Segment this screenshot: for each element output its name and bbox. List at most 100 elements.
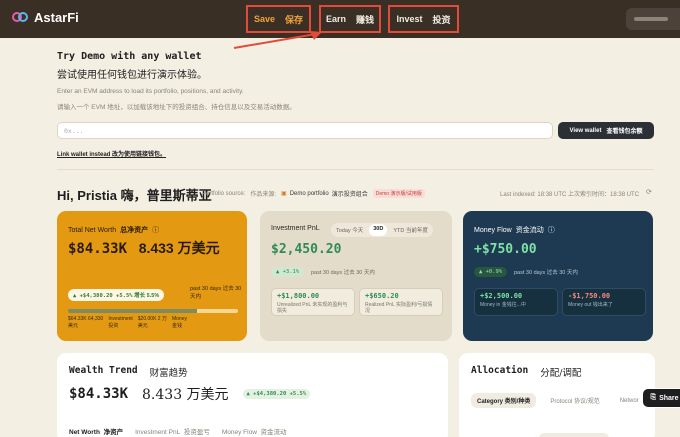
tab-category[interactable]: Category 类别/种类 <box>471 393 537 408</box>
view-wallet-label: View wallet <box>569 127 602 134</box>
pnl-label-en: Investment PnL <box>271 225 320 232</box>
allocation-bar <box>68 309 238 313</box>
tab-today[interactable]: Today 今天 <box>332 224 367 236</box>
nav-invest-label: Invest <box>396 14 423 24</box>
net-worth-change-badge: ▲ +$4,380.20 +5.5% 增长 5.5% <box>68 289 165 301</box>
wealth-trend-title: Wealth Trend 财富趋势 <box>69 365 188 379</box>
realized-pnl-box: +$650.20 Realized PnL 实际盈利/亏损情况 <box>359 288 443 316</box>
link-wallet-link[interactable]: Link wallet instead 改为使用链接钱包。 <box>57 149 166 158</box>
info-icon[interactable]: ⓘ <box>548 225 555 235</box>
annotation-arrow-icon <box>233 31 322 49</box>
money-out-label: Money out 钱出来了 <box>568 302 613 308</box>
share-label: Share <box>659 394 679 402</box>
net-worth-change-cn: 增长 5.5% <box>134 293 160 299</box>
wealth-value-en: $84.33K <box>69 386 129 402</box>
nav-earn-label: Earn <box>325 14 346 24</box>
demo-description-cn: 请输入一个 EVM 地址，以加载该地址下的投资组合、持仓信息以及交易活动数据。 <box>57 104 296 111</box>
pnl-period-tabs: Today 今天 30D YTD 当前年度 <box>331 223 433 237</box>
source-value-cn: 演示投资组合 <box>331 192 368 198</box>
demo-title-cn: 尝试使用任何钱包进行演示体验。 <box>57 70 207 81</box>
pnl-value: $2,450.20 <box>271 242 342 257</box>
realized-label: Realized PnL 实际盈利/亏损情况 <box>365 302 433 314</box>
nav-save-label: Save <box>253 14 275 24</box>
net-worth-value-cn: 8.433 万美元 <box>138 240 220 256</box>
top-nav: AstarFi Save 保存 Earn 赚钱 Invest 投资 <box>0 0 680 38</box>
tab-protocol[interactable]: Protocol 协议/规范 <box>544 393 605 408</box>
legend-investment-value: $64.33K 64,330 美元 <box>68 316 104 329</box>
allocation-legend: $64.33K 64,330 美元 Investment 投资 $20.00K 2 … <box>68 316 243 330</box>
flow-label-en: Money Flow <box>474 226 512 234</box>
last-indexed-label: Last indexed: 18:38 UTC <box>500 192 567 198</box>
source-label: Portfolio source: <box>202 190 246 197</box>
allocation-title-cn: 分配/调配 <box>540 368 582 379</box>
realized-value: +$650.20 <box>365 292 399 300</box>
connected-wallet-chip[interactable] <box>626 8 680 30</box>
source-value: Demo portfolio <box>289 190 329 197</box>
portfolio-source: Portfolio source: 作品来源: ▣ Demo portfolio… <box>202 189 425 198</box>
folder-icon: ▣ <box>281 191 287 197</box>
allocation-title-en: Allocation <box>471 365 529 376</box>
flow-change-badge: ▲ +0.9% <box>474 267 508 277</box>
tab-money-flow[interactable]: Money Flow 资金流动 <box>222 426 287 436</box>
money-out-box: -$1,750.00 Money out 钱出来了 <box>562 288 646 316</box>
brand-name: AstarFi <box>34 9 79 25</box>
demo-badge: Demo 演示版/试用版 <box>372 189 425 198</box>
unrealized-value: +$1,800.00 <box>277 292 320 300</box>
wealth-value-cn: 8.433 万美元 <box>142 387 229 403</box>
brand-logo[interactable]: AstarFi <box>12 9 79 25</box>
allocation-chart-top <box>539 433 609 437</box>
net-worth-label-cn: 总净资产 <box>120 227 149 234</box>
portfolio-source-select[interactable]: ▣ Demo portfolio 演示投资组合 <box>281 189 368 199</box>
money-out-value: -$1,750.00 <box>568 292 611 300</box>
pnl-label: Investment PnL <box>271 225 320 232</box>
link-wallet-label: Link wallet instead <box>57 152 111 158</box>
allocation-title: Allocation 分配/调配 <box>471 365 581 379</box>
last-indexed: Last indexed: 18:38 UTC 上次索引时间：18:38 UTC <box>500 189 639 198</box>
view-wallet-button[interactable]: View wallet 查看钱包余额 <box>558 122 654 139</box>
flow-value: +$750.00 <box>474 242 537 257</box>
money-in-label: Money in 金钱往...中 <box>480 302 526 308</box>
money-in-value: +$2,500.00 <box>480 292 523 300</box>
nav-earn-label-cn: 赚钱 <box>356 14 375 25</box>
investment-bar-segment <box>68 309 198 313</box>
net-worth-card: Total Net Worth 总净资产 ⓘ $84.33K 8.433 万美元… <box>57 211 247 341</box>
tab-investment-pnl[interactable]: Investment PnL 投资盈亏 <box>135 426 210 436</box>
wealth-title-cn: 财富趋势 <box>149 368 188 379</box>
investment-pnl-card: Investment PnL Today 今天 30D YTD 当前年度 $2,… <box>260 211 452 341</box>
pnl-change-badge: ▲ +3.1% <box>271 267 305 277</box>
wealth-trend-panel: Wealth Trend 财富趋势 $84.33K 8.433 万美元 ▲ +$… <box>57 353 448 437</box>
source-label-cn: 作品来源: <box>250 192 277 198</box>
tab-30d[interactable]: 30D <box>369 224 388 236</box>
pnl-period: past 30 days 过去 30 天内 <box>311 270 375 276</box>
unrealized-pnl-box: +$1,800.00 Unrealized PnL 未实现的盈利与损失 <box>271 288 355 316</box>
tab-net-worth[interactable]: Net Worth 净资产 <box>69 426 123 436</box>
nav-invest-label-cn: 投资 <box>432 14 451 25</box>
tab-ytd[interactable]: YTD 当前年度 <box>389 224 432 236</box>
greeting-heading: Hi, Pristia 嗨，普里斯蒂亚 <box>57 188 212 203</box>
link-wallet-label-cn: 改为使用链接钱包。 <box>112 152 167 158</box>
view-wallet-label-cn: 查看钱包余额 <box>606 129 643 135</box>
flow-label-cn: 资金流动 <box>515 227 544 234</box>
net-worth-period: past 30 days 过去 30 天内 <box>190 286 242 300</box>
net-worth-value-en: $84.33K <box>68 241 128 257</box>
allocation-tabs: Category 类别/种类 Protocol 协议/规范 Networ <box>471 393 645 408</box>
info-icon[interactable]: ⓘ <box>152 225 159 235</box>
share-button[interactable]: ⎘ Share <box>642 388 680 408</box>
nav-invest-link[interactable]: Invest 投资 <box>388 5 459 33</box>
wallet-address-redacted <box>634 17 668 21</box>
legend-money-value: $20.00K 2 万美元 <box>137 316 167 329</box>
wealth-title-en: Wealth Trend <box>69 365 138 376</box>
refresh-icon[interactable]: ⟳ <box>646 188 652 196</box>
flow-label: Money Flow 资金流动 ⓘ <box>474 225 555 235</box>
money-in-box: +$2,500.00 Money in 金钱往...中 <box>474 288 558 316</box>
tab-network[interactable]: Networ <box>614 395 645 407</box>
net-worth-label: Total Net Worth 总净资产 ⓘ <box>68 225 159 235</box>
share-icon: ⎘ <box>650 394 657 401</box>
legend-money-label: Money 金钱 <box>171 316 187 329</box>
unrealized-label: Unrealized PnL 未实现的盈利与损失 <box>277 302 348 314</box>
wealth-value: $84.33K 8.433 万美元 ▲ +$4,380.20 +5.5% <box>69 384 311 404</box>
demo-description: Enter an EVM address to load its portfol… <box>57 88 244 95</box>
money-bar-segment <box>197 309 238 313</box>
evm-address-input[interactable] <box>57 122 553 139</box>
money-flow-card: Money Flow 资金流动 ⓘ +$750.00 ▲ +0.9% past … <box>463 211 653 341</box>
